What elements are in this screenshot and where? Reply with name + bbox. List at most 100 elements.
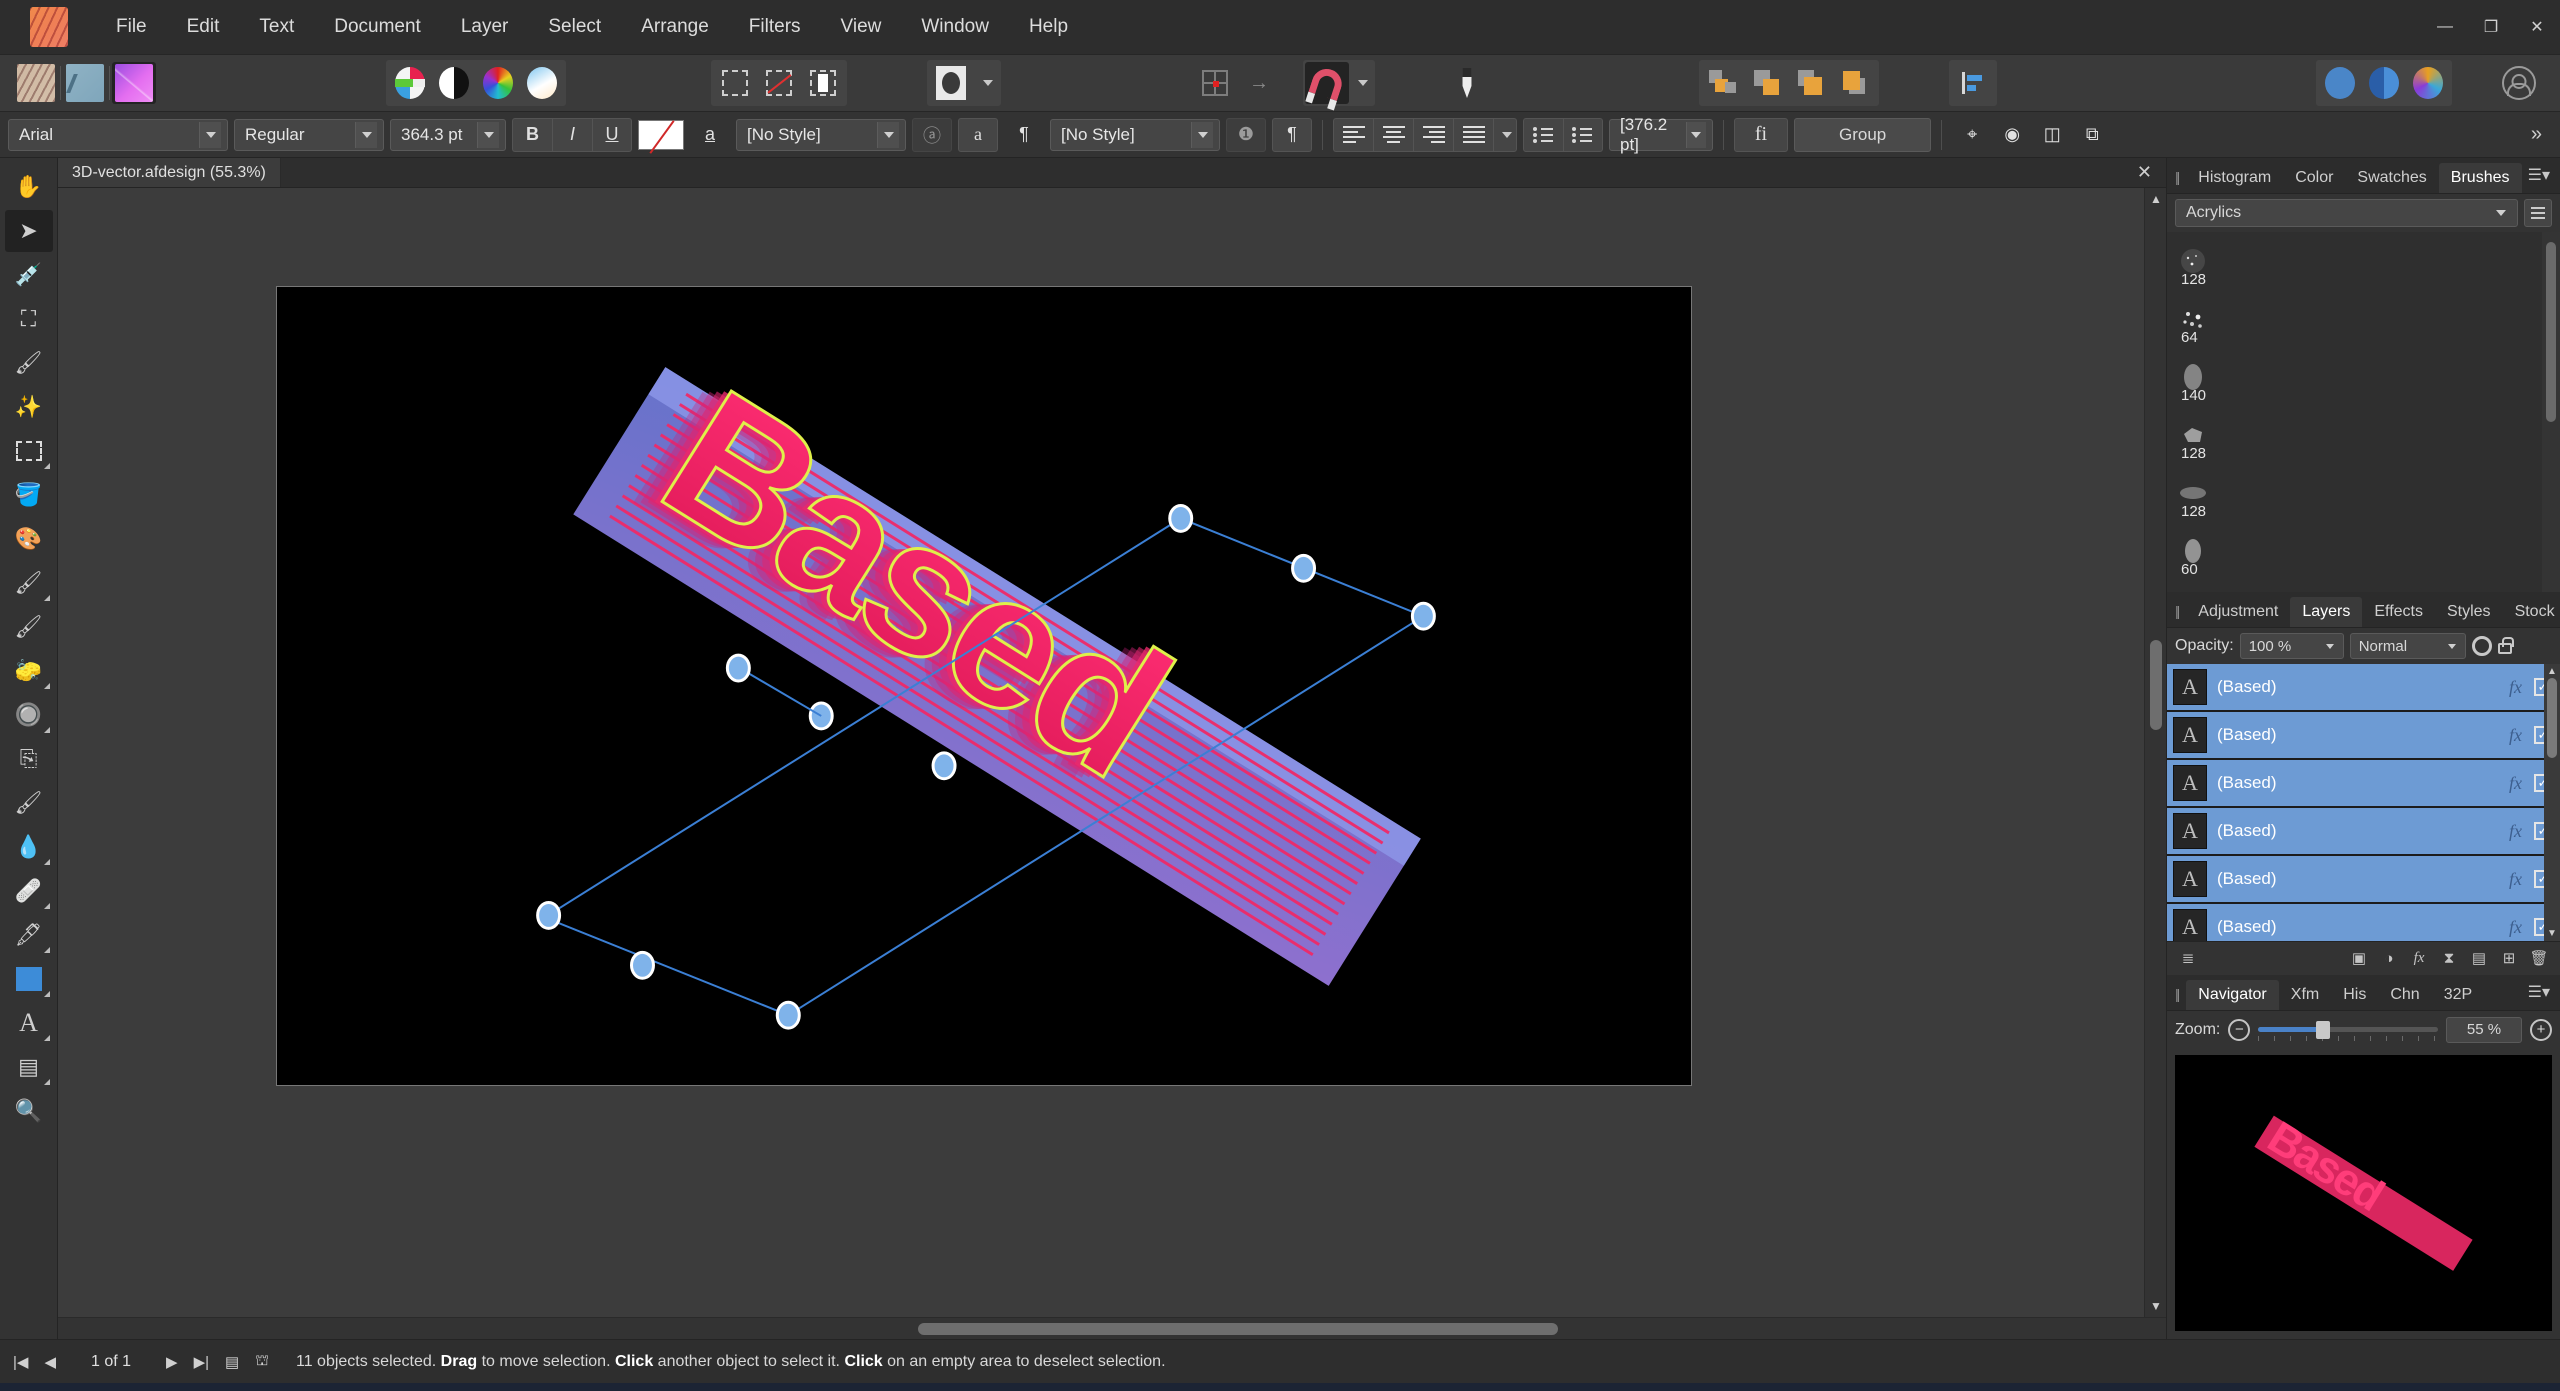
gradient-tool-button[interactable] xyxy=(2406,62,2450,104)
new-group-icon[interactable]: ▤ xyxy=(2466,945,2492,971)
move-button[interactable]: → xyxy=(1237,62,1281,104)
table-row[interactable]: A (Based) fx ✓ xyxy=(2167,856,2560,904)
menu-select[interactable]: Select xyxy=(528,10,621,44)
snapping-options-dropdown[interactable] xyxy=(1349,62,1373,104)
brush-category-dropdown[interactable]: Acrylics xyxy=(2175,199,2518,227)
blend-mode-field[interactable]: Normal xyxy=(2349,633,2466,659)
align-button[interactable] xyxy=(1951,62,1995,104)
arrange-backward-button[interactable] xyxy=(1745,62,1789,104)
shape-style-dropdown[interactable] xyxy=(973,62,999,104)
alignment-dropdown[interactable] xyxy=(1493,117,1517,152)
snapping-button[interactable] xyxy=(1305,62,1349,104)
delete-layer-icon[interactable]: 🗑 xyxy=(2526,945,2552,971)
zoom-out-button[interactable]: − xyxy=(2228,1018,2251,1041)
tool-pixel[interactable]: 🖌 xyxy=(5,606,53,648)
text-decoration-button[interactable]: a xyxy=(690,118,730,152)
tab-layers[interactable]: Layers xyxy=(2290,597,2363,627)
gear-icon[interactable] xyxy=(2471,636,2492,656)
table-row[interactable]: A (Based) fx ✓ xyxy=(2167,904,2560,941)
vertical-scroll-thumb[interactable] xyxy=(2150,639,2162,730)
layer-effects-icon[interactable]: fx xyxy=(2509,725,2534,746)
chevron-down-icon[interactable] xyxy=(1191,121,1213,148)
adjustment-icon[interactable]: ◑ xyxy=(2376,945,2402,971)
tool-colour-replacement[interactable]: 🎨 xyxy=(5,518,53,560)
select-all-button[interactable] xyxy=(713,62,757,104)
grid-button[interactable] xyxy=(1193,62,1237,104)
panel-grip-icon[interactable]: || xyxy=(2173,603,2186,627)
invert-selection-button[interactable] xyxy=(801,62,845,104)
brush-list-view-button[interactable] xyxy=(2524,199,2552,227)
gradient-button[interactable] xyxy=(520,62,564,104)
pin-button[interactable] xyxy=(1445,62,1489,104)
group-button[interactable]: Group xyxy=(1794,117,1932,152)
arrange-back-button[interactable] xyxy=(1701,62,1745,104)
next-page-icon[interactable]: ▶ xyxy=(163,1353,181,1371)
text-style-panel-button[interactable]: a xyxy=(958,117,998,152)
tool-colour-picker[interactable]: 💉 xyxy=(5,254,53,296)
align-center-button[interactable] xyxy=(1373,117,1413,152)
tab-32bit-preview[interactable]: 32P xyxy=(2432,980,2484,1010)
tab-brushes[interactable]: Brushes xyxy=(2438,163,2522,193)
underline-button[interactable]: U xyxy=(592,117,632,152)
target-button[interactable]: ◉ xyxy=(1992,118,2032,152)
zoom-in-button[interactable]: + xyxy=(2530,1018,2552,1041)
deselect-button[interactable] xyxy=(757,62,801,104)
zoom-slider[interactable] xyxy=(2258,1019,2438,1041)
brush-item[interactable]: 64 xyxy=(2167,290,2560,348)
align-left-button[interactable] xyxy=(1333,117,1373,152)
tool-flood-select[interactable]: ✨ xyxy=(5,386,53,428)
align-right-button[interactable] xyxy=(1413,117,1453,152)
lock-icon[interactable] xyxy=(2497,637,2514,654)
menu-view[interactable]: View xyxy=(821,10,902,44)
ligature-button[interactable]: fi xyxy=(1734,117,1788,152)
brush-item[interactable]: 128 xyxy=(2167,232,2560,290)
brush-item[interactable]: 128 xyxy=(2167,406,2560,464)
tab-history[interactable]: His xyxy=(2331,980,2378,1010)
brush-item[interactable]: 60 xyxy=(2167,522,2560,580)
canvas-vertical-scrollbar[interactable]: ▲ ▼ xyxy=(2144,188,2166,1317)
tool-view[interactable]: ✋ xyxy=(5,166,53,208)
tab-channels[interactable]: Chn xyxy=(2378,980,2431,1010)
layer-effects-icon[interactable]: fx xyxy=(2509,917,2534,938)
duplicate-button[interactable]: ⧉ xyxy=(2072,118,2112,152)
tool-flood-fill[interactable]: 🪣 xyxy=(5,474,53,516)
bold-button[interactable]: B xyxy=(512,117,552,152)
tool-move[interactable]: ➤ xyxy=(4,210,53,252)
last-page-icon[interactable]: ▶| xyxy=(191,1353,212,1371)
paragraph-panel-button[interactable]: ❶ xyxy=(1226,117,1266,152)
restore-button[interactable]: ❐ xyxy=(2468,0,2514,54)
paragraph-style-field[interactable]: [No Style] xyxy=(1050,118,1220,151)
zoom-value-field[interactable]: 55 % xyxy=(2446,1016,2522,1043)
layers-stack-icon[interactable]: ≣ xyxy=(2175,945,2201,971)
document-tab[interactable]: 3D-vector.afdesign (55.3%) xyxy=(58,158,281,187)
canvas-viewport[interactable]: Based Based Based Based Based xyxy=(58,188,2166,1317)
opacity-field[interactable]: 100 % xyxy=(2239,633,2344,659)
menu-edit[interactable]: Edit xyxy=(167,10,240,44)
tab-effects[interactable]: Effects xyxy=(2362,597,2435,627)
panel-menu-icon[interactable]: ☰▾ xyxy=(2528,982,2560,1010)
rotation-center-button[interactable]: ⌖ xyxy=(1952,118,1992,152)
tab-swatches[interactable]: Swatches xyxy=(2345,163,2438,193)
align-justify-button[interactable] xyxy=(1453,117,1493,152)
tab-transform[interactable]: Xfm xyxy=(2279,980,2331,1010)
brush-list[interactable]: 128 64 140 128 128 60 xyxy=(2167,232,2560,592)
font-style-field[interactable]: Regular xyxy=(234,118,384,151)
tool-crop[interactable]: ⛶ xyxy=(5,298,53,340)
panel-grip-icon[interactable]: || xyxy=(2173,169,2186,193)
tab-styles[interactable]: Styles xyxy=(2435,597,2503,627)
tool-blur-brush[interactable]: 💧 xyxy=(5,826,53,868)
scroll-down-arrow[interactable]: ▼ xyxy=(2544,927,2560,941)
designer-persona-button[interactable] xyxy=(112,62,156,104)
previous-page-icon[interactable]: ◀ xyxy=(41,1353,59,1371)
menu-layer[interactable]: Layer xyxy=(441,10,529,44)
swatch-button[interactable] xyxy=(2362,62,2406,104)
character-panel-button[interactable]: ⓐ xyxy=(912,117,952,152)
navigator-preview[interactable]: Based xyxy=(2175,1054,2552,1331)
pages-icon[interactable]: ▤ xyxy=(222,1353,242,1371)
colour-wheel-button[interactable] xyxy=(476,62,520,104)
greyscale-button[interactable] xyxy=(432,62,476,104)
layer-effects-icon[interactable]: fx xyxy=(2509,677,2534,698)
chevron-down-icon[interactable] xyxy=(477,121,499,148)
horizontal-scroll-thumb[interactable] xyxy=(918,1323,1558,1335)
mask-icon[interactable]: ▣ xyxy=(2346,945,2372,971)
